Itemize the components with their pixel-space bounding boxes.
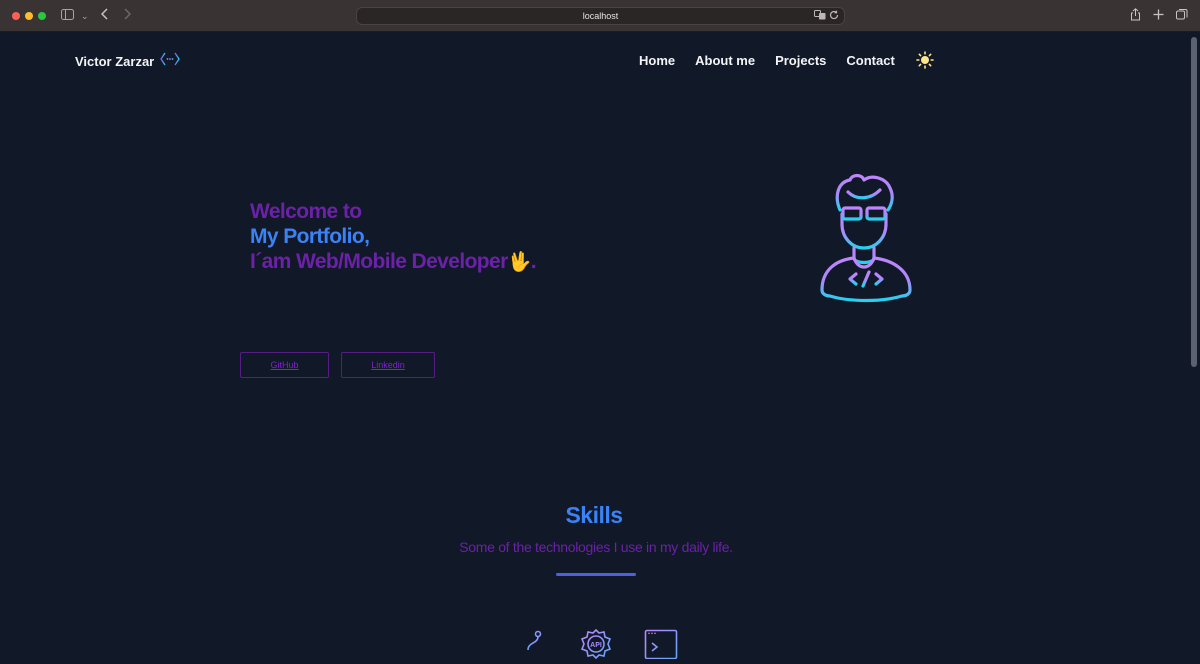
git-branch-icon	[522, 626, 544, 664]
page-scrollbar[interactable]	[1188, 33, 1200, 659]
close-window-button[interactable]	[12, 12, 20, 20]
forward-icon[interactable]	[123, 8, 132, 24]
hero-line-portfolio: My Portfolio,	[250, 225, 370, 248]
web-page	[0, 33, 1188, 659]
developer-avatar-icon	[812, 170, 920, 304]
github-button[interactable]: GitHub	[240, 352, 329, 378]
chevron-down-icon[interactable]: ⌄	[81, 8, 89, 24]
theme-toggle-sun-icon[interactable]	[915, 51, 934, 69]
minimize-window-button[interactable]	[25, 12, 33, 20]
hero-heading: Welcome to My Portfolio, I´am Web/Mobile…	[250, 199, 537, 275]
vulcan-salute-emoji: 🖖	[507, 252, 532, 273]
scrollbar-thumb[interactable]	[1191, 37, 1197, 367]
nav-projects[interactable]: Projects	[775, 53, 826, 68]
browser-toolbar: ⌄ localhost	[0, 0, 1200, 32]
nav-home[interactable]: Home	[639, 53, 675, 68]
nav-contact[interactable]: Contact	[846, 53, 894, 68]
share-icon[interactable]	[1130, 8, 1141, 25]
linkedin-button[interactable]: Linkedin	[341, 352, 435, 378]
brand-name: Victor Zarzar	[75, 54, 155, 69]
skills-subtitle: Some of the technologies I use in my dai…	[459, 539, 733, 555]
skills-heading: Skills	[565, 502, 623, 528]
address-bar[interactable]: localhost	[356, 7, 845, 25]
new-tab-icon[interactable]	[1153, 8, 1164, 24]
hero-line-developer: I´am Web/Mobile Developer🖖.	[250, 249, 537, 275]
nav-about-me[interactable]: About me	[695, 53, 755, 68]
hero-period: .	[530, 250, 537, 273]
back-icon[interactable]	[100, 8, 109, 24]
hero-line-welcome: Welcome to	[250, 200, 362, 223]
skills-divider	[556, 573, 636, 576]
hero-developer-text: I´am Web/Mobile Developer	[250, 250, 508, 273]
site-brand[interactable]: Victor Zarzar	[75, 52, 181, 71]
code-brackets-icon	[160, 52, 181, 71]
sidebar-toggle-icon[interactable]	[61, 8, 74, 24]
translate-icon[interactable]	[814, 10, 826, 23]
main-nav: Home About me Projects Contact	[639, 51, 934, 69]
zoom-window-button[interactable]	[38, 12, 46, 20]
tab-overview-icon[interactable]	[1176, 8, 1188, 24]
api-label: API	[590, 642, 602, 649]
reload-icon[interactable]	[829, 10, 839, 23]
url-text: localhost	[582, 11, 619, 21]
